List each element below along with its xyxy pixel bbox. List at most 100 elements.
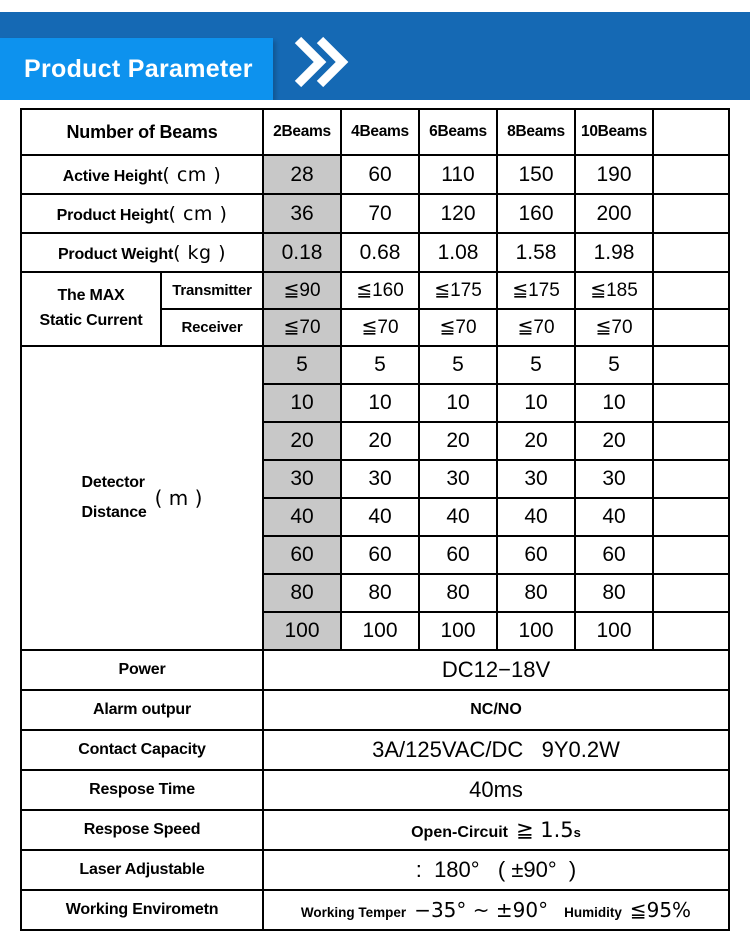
cell-value: 28 [262,154,342,195]
cell-value: 20 [340,421,420,461]
row-label-product-weight: Product Weight( kg ) [20,232,264,273]
cell-value: 10 [262,383,342,423]
table-header-row: Number of Beams 2Beams 4Beams 6Beams 8Be… [20,108,730,156]
cell-value: 10 [496,383,576,423]
column-header-2beams: 2Beams [262,108,342,156]
cell-value: 80 [262,573,342,613]
row-label-power: Power [20,649,264,691]
cell-value: 30 [340,459,420,499]
page-header-banner: Product Parameter [0,12,750,100]
column-header-4beams: 4Beams [340,108,420,156]
row-label-product-height: Product Height( cm ) [20,193,264,234]
spec-table-container: Number of Beams 2Beams 4Beams 6Beams 8Be… [0,100,750,931]
cell-value: 200 [574,193,654,234]
cell-value: 10 [418,383,498,423]
cell-value: 80 [340,573,420,613]
table-row-respose-time: Respose Time 40ms [20,769,730,811]
cell-value: 0.68 [340,232,420,273]
cell-empty [652,459,730,499]
cell-value: 0.18 [262,232,342,273]
double-chevron-right-icon [292,34,352,90]
cell-empty [652,271,730,310]
cell-value: ≦70 [574,308,654,347]
cell-value: 160 [496,193,576,234]
row-label-detector-distance: Detector Distance ( m ) [20,345,264,651]
max-static-current-sublabels: Transmitter Receiver [160,273,262,345]
cell-empty [652,535,730,575]
cell-value: 80 [418,573,498,613]
row-label-text: Active Height [62,167,163,185]
cell-value: 110 [418,154,498,195]
row-value-working-environment: Working Temper −35° ~ ±90° Humidity ≦95% [262,889,730,931]
cell-value: 40 [418,497,498,537]
cell-value: 1.08 [418,232,498,273]
cell-value: 30 [496,459,576,499]
detector-distance-unit: ( m ) [154,486,203,510]
cell-value: ≦175 [496,271,576,310]
humidity-value: ≦95% [629,898,692,922]
cell-value: ≦90 [262,271,342,310]
working-temperature-label: Working Temper [300,905,407,920]
cell-value: 10 [574,383,654,423]
cell-value: 100 [496,611,576,651]
respose-speed-mode: Open-Circuit [411,824,508,841]
column-header-10beams: 10Beams [574,108,654,156]
cell-empty [652,308,730,347]
cell-value: 80 [574,573,654,613]
column-header-6beams: 6Beams [418,108,498,156]
cell-value: 60 [574,535,654,575]
table-row-product-weight: Product Weight( kg ) 0.18 0.68 1.08 1.58… [20,232,730,273]
cell-value: ≦70 [418,308,498,347]
cell-empty [652,611,730,651]
cell-value: 60 [418,535,498,575]
cell-value: 30 [262,459,342,499]
cell-value: 100 [340,611,420,651]
cell-value: 10 [340,383,420,423]
table-row-active-height: Active Height( cm ) 28 60 110 150 190 [20,154,730,195]
row-label-max-static-current: The MAX Static Current Transmitter Recei… [20,271,263,347]
cell-value: 30 [574,459,654,499]
table-row-working-environment: Working Envirometn Working Temper −35° ~ … [20,889,730,931]
banner-title-box: Product Parameter [0,38,273,100]
table-row-detector-distance-1: Detector Distance ( m ) 5 5 5 5 5 [20,345,730,651]
row-label-unit: ( kg ) [173,241,227,264]
cell-value: 40 [496,497,576,537]
cell-value: 190 [574,154,654,195]
cell-value: 5 [340,345,420,385]
row-label-respose-speed: Respose Speed [20,809,264,851]
working-temperature-value: −35° ~ ±90° [414,898,549,922]
humidity-label: Humidity [564,905,622,920]
cell-value: 80 [496,573,576,613]
cell-value: 30 [418,459,498,499]
cell-empty [652,154,730,195]
cell-value: ≦70 [496,308,576,347]
cell-value: 1.58 [496,232,576,273]
cell-empty [652,232,730,273]
cell-value: 36 [262,193,342,234]
cell-value: 20 [418,421,498,461]
respose-speed-threshold: ≧ 1.5 [515,818,574,842]
cell-value: 40 [340,497,420,537]
cell-empty [652,383,730,423]
row-value-alarm-output: NC/NO [262,689,730,731]
cell-value: 40 [574,497,654,537]
sub-label-transmitter: Transmitter [162,273,262,310]
cell-value: 60 [262,535,342,575]
detector-label-line2: Distance [81,504,147,521]
detector-distance-label-stack: Detector Distance [82,468,147,529]
cell-value: 150 [496,154,576,195]
row-label-working-environment: Working Envirometn [20,889,264,931]
cell-value: 60 [340,154,420,195]
row-label-unit: ( cm ) [168,202,228,225]
row-value-respose-speed: Open-Circuit ≧ 1.5s [262,809,730,851]
row-value-laser-adjustable: : 180° ( ±90° ) [262,849,730,891]
cell-value: 20 [574,421,654,461]
cell-value: 60 [340,535,420,575]
cell-value: 5 [496,345,576,385]
row-label-unit: ( cm ) [162,163,222,186]
row-label-active-height: Active Height( cm ) [20,154,264,195]
column-header-8beams: 8Beams [496,108,576,156]
respose-speed-unit: s [573,825,581,840]
table-row-max-static-current-transmitter: The MAX Static Current Transmitter Recei… [20,271,730,347]
cell-value: 60 [496,535,576,575]
